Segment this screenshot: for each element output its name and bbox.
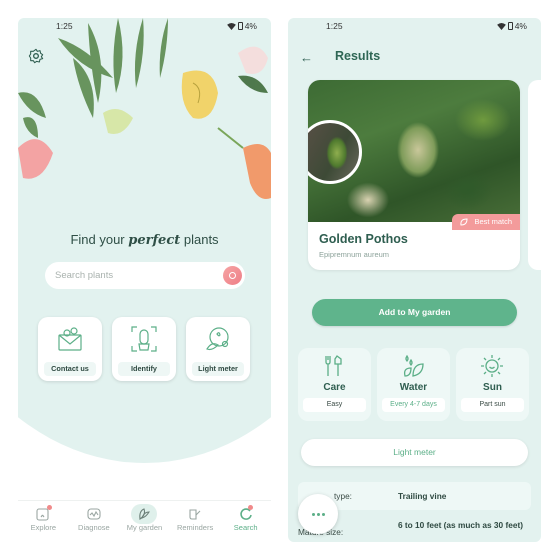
cactus-scan-icon bbox=[131, 326, 157, 352]
contact-us-tile[interactable]: Contact us bbox=[38, 317, 102, 381]
care-stats: Care Easy Water Every 4-7 days Sun Part … bbox=[298, 348, 529, 421]
tile-label: Light meter bbox=[192, 362, 244, 376]
nav-search[interactable]: Search bbox=[222, 505, 270, 532]
stat-value: Every 4-7 days bbox=[382, 398, 445, 412]
tile-label: Identify bbox=[118, 362, 170, 376]
water-drops-icon bbox=[403, 354, 424, 377]
battery-icon bbox=[237, 22, 243, 30]
nav-label: Diagnose bbox=[78, 523, 110, 532]
info-key: type: bbox=[334, 491, 352, 501]
more-options-button[interactable] bbox=[298, 494, 338, 534]
title-prefix: Find your bbox=[70, 232, 129, 247]
battery-level: 4% bbox=[244, 21, 257, 31]
best-match-badge: Best match bbox=[452, 214, 520, 230]
stat-title: Sun bbox=[483, 382, 502, 393]
wifi-icon bbox=[496, 22, 506, 30]
envelope-flower-icon bbox=[58, 327, 82, 351]
more-dot bbox=[321, 512, 325, 516]
result-card[interactable]: Best match Golden Pothos Epipremnum aure… bbox=[308, 80, 520, 270]
nav-label: Search bbox=[233, 523, 258, 532]
page-title: Find your perfect plants bbox=[18, 232, 271, 248]
identify-tile[interactable]: Identify bbox=[112, 317, 176, 381]
plant-name: Golden Pothos bbox=[319, 232, 408, 246]
app-bar: ← Results bbox=[288, 48, 541, 68]
battery-level: 4% bbox=[514, 21, 527, 31]
light-meter-icon bbox=[206, 327, 229, 351]
stat-sun: Sun Part sun bbox=[456, 348, 529, 421]
tile-label: Contact us bbox=[44, 362, 96, 376]
stat-water: Water Every 4-7 days bbox=[377, 348, 450, 421]
info-value: 6 to 10 feet (as much as 30 feet) bbox=[398, 520, 523, 530]
status-bar: 1:25 4% bbox=[288, 18, 541, 34]
search-placeholder: Search plants bbox=[55, 270, 114, 281]
search-button[interactable] bbox=[223, 266, 242, 285]
nav-my-garden[interactable]: My garden bbox=[120, 504, 168, 532]
status-bar: 1:25 4% bbox=[18, 18, 271, 34]
nav-diagnose[interactable]: Diagnose bbox=[70, 507, 118, 532]
search-input[interactable]: Search plants bbox=[45, 262, 245, 289]
nav-label: My garden bbox=[126, 523, 163, 532]
battery-icon bbox=[507, 22, 513, 30]
stat-value: Easy bbox=[303, 398, 366, 412]
status-time: 1:25 bbox=[56, 21, 73, 31]
badge-label: Best match bbox=[474, 217, 512, 226]
info-value: Trailing vine bbox=[398, 491, 447, 501]
notification-dot bbox=[247, 505, 253, 510]
more-dot bbox=[311, 512, 315, 516]
add-to-garden-button[interactable]: Add to My garden bbox=[312, 299, 517, 326]
nav-label: Reminders bbox=[176, 523, 214, 532]
title-suffix: plants bbox=[180, 232, 219, 247]
stat-title: Care bbox=[323, 382, 346, 393]
next-result-card[interactable] bbox=[528, 80, 541, 270]
scientific-name: Epipremnum aureum bbox=[319, 250, 390, 259]
sun-icon bbox=[481, 355, 503, 377]
page-title: Results bbox=[335, 49, 381, 63]
results-screen: 1:25 4% ← Results Best match Golden Poth… bbox=[288, 18, 541, 542]
gear-icon[interactable] bbox=[28, 48, 44, 64]
stat-value: Part sun bbox=[461, 398, 524, 412]
bottom-nav: Explore Diagnose My garden Reminders Sea… bbox=[18, 500, 271, 542]
nav-reminders[interactable]: Reminders bbox=[171, 507, 219, 532]
back-arrow-icon[interactable]: ← bbox=[300, 50, 313, 65]
more-dot bbox=[316, 512, 320, 516]
watering-can-icon bbox=[189, 509, 201, 520]
explore-screen: 1:25 4% Find your perfect plants Search … bbox=[18, 18, 271, 542]
nav-label: Explore bbox=[30, 523, 57, 532]
wifi-icon bbox=[226, 22, 236, 30]
leaf-icon bbox=[460, 218, 468, 226]
notification-dot bbox=[47, 505, 53, 510]
stat-title: Water bbox=[399, 382, 428, 393]
status-time: 1:25 bbox=[326, 21, 343, 31]
diagnose-icon bbox=[87, 508, 101, 520]
search-icon bbox=[229, 272, 236, 279]
leaf-icon bbox=[139, 508, 151, 520]
garden-tools-icon bbox=[325, 355, 342, 376]
nav-explore[interactable]: Explore bbox=[19, 505, 67, 532]
title-emphasis: perfect bbox=[128, 233, 181, 248]
stat-care: Care Easy bbox=[298, 348, 371, 421]
botanical-illustration bbox=[18, 18, 271, 199]
quick-actions: Contact us Identify Light meter bbox=[38, 317, 250, 381]
light-meter-button[interactable]: Light meter bbox=[301, 439, 528, 466]
light-meter-tile[interactable]: Light meter bbox=[186, 317, 250, 381]
